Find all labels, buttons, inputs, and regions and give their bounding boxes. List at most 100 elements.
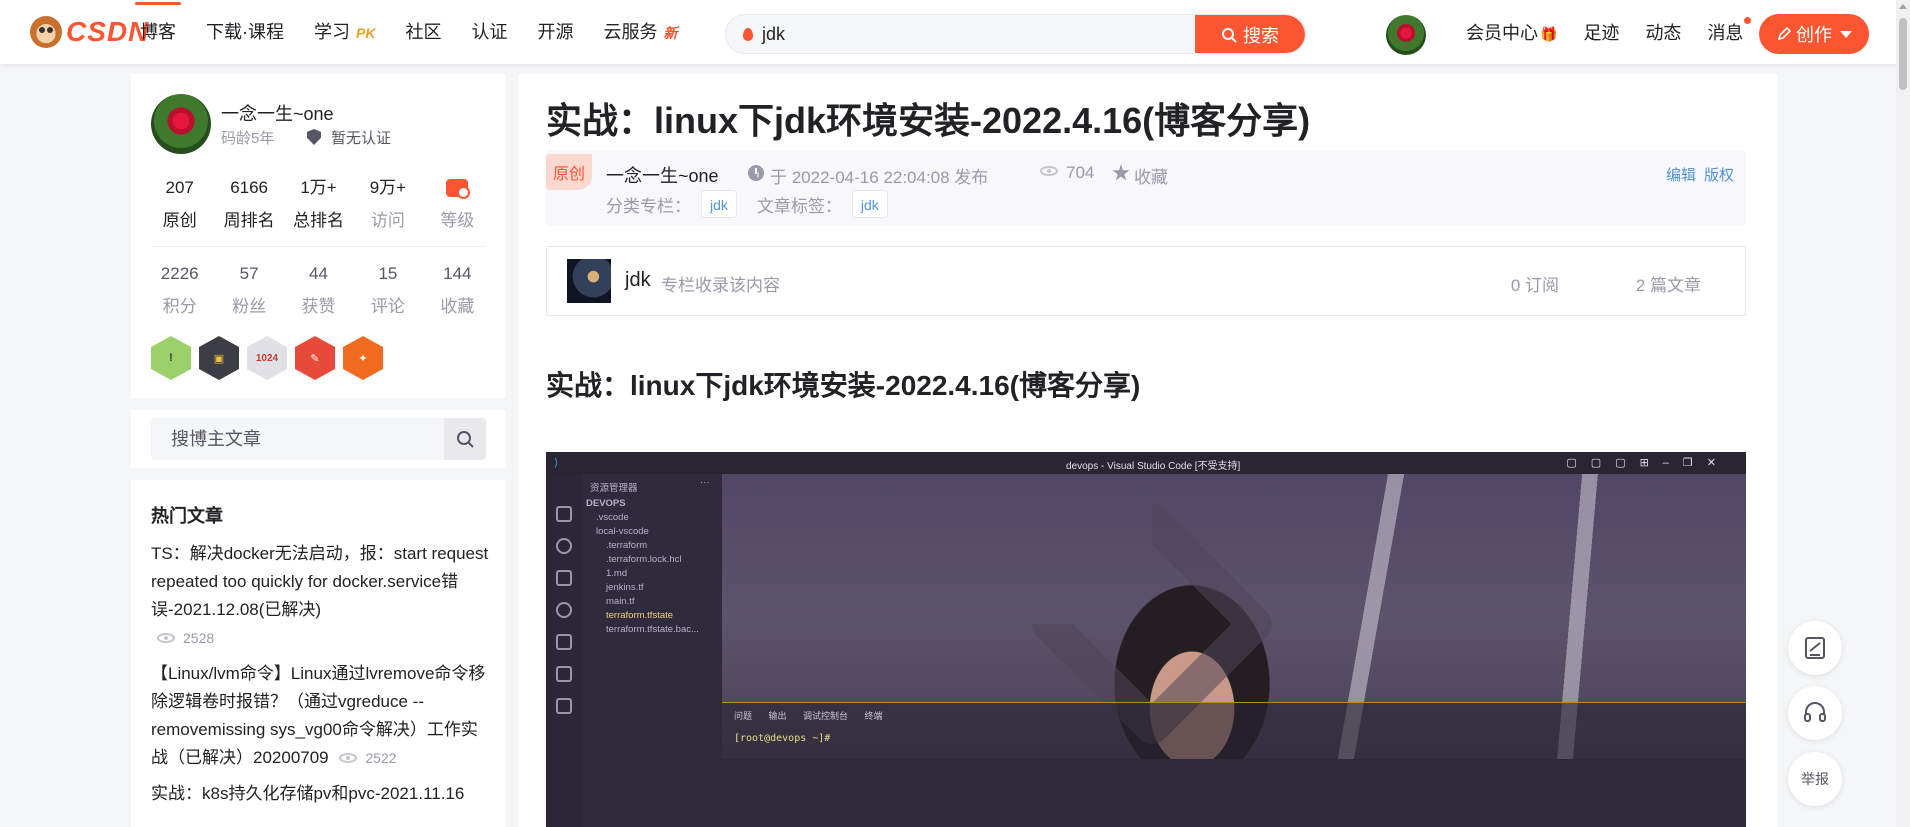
hot-article-item[interactable]: 【Linux/lvm命令】Linux通过lvremove命令移除逻辑卷时报错？（…: [151, 660, 491, 772]
tree-item: local-vscode: [596, 526, 649, 537]
stat-week-rank[interactable]: 6166 周排名: [214, 176, 283, 231]
hot-article-title: TS：解决docker无法启动，报：start request repeated…: [151, 544, 489, 619]
hot-article-item[interactable]: 实战：k8s持久化存储pv和pvc-2021.11.16: [151, 780, 491, 808]
divider: [151, 246, 486, 247]
view-count: 2528: [183, 630, 215, 646]
author-avatar[interactable]: [151, 94, 211, 154]
blogger-search: 搜博主文章: [151, 418, 486, 460]
search-input[interactable]: jdk: [726, 15, 1195, 53]
1024-badge-icon[interactable]: 1024: [247, 336, 287, 380]
stat-label: 收藏: [440, 297, 475, 316]
column-name[interactable]: jdk: [625, 269, 651, 292]
star-icon[interactable]: [1112, 164, 1130, 181]
edit-link[interactable]: 编辑: [1666, 167, 1696, 184]
eye-icon: [157, 633, 175, 643]
vscode-logo-icon: ⟩: [554, 457, 559, 469]
view-count: 704: [1066, 163, 1095, 182]
achievement-badges: ! ▣ 1024 ✎ ✦: [151, 336, 391, 380]
create-button[interactable]: 创作: [1759, 14, 1869, 54]
write-article-button[interactable]: [1788, 621, 1842, 675]
tag-chip[interactable]: jdk: [851, 190, 888, 218]
user-avatar[interactable]: [1386, 15, 1426, 55]
hot-article-item[interactable]: TS：解决docker无法启动，报：start request repeated…: [151, 540, 491, 652]
stat-label: 周排名: [223, 211, 275, 230]
nav-item-blog[interactable]: 博客: [135, 0, 181, 64]
blogger-search-button[interactable]: [444, 418, 486, 460]
run-debug-icon: [556, 570, 572, 586]
nav-item-opensource[interactable]: 开源: [537, 0, 573, 64]
search-query: jdk: [762, 23, 786, 44]
category-chip[interactable]: jdk: [701, 190, 737, 218]
stat-visits: 9万+ 访问: [353, 176, 422, 231]
terminal-prompt: [root@devops ~]#: [734, 733, 831, 744]
page-scrollbar[interactable]: [1896, 0, 1910, 827]
scroll-up-icon[interactable]: [1899, 4, 1907, 9]
hot-article-views: 2522: [339, 744, 397, 772]
meta-author[interactable]: 一念一生~one: [606, 162, 719, 188]
blog-badge-icon[interactable]: ▣: [199, 336, 239, 380]
scrollbar-thumb[interactable]: [1899, 18, 1907, 90]
view-count: 2522: [365, 750, 397, 766]
publish-time: 于 2022-04-16 22:04:08 发布: [770, 168, 989, 187]
column-subscriptions: 0 订阅: [1510, 276, 1559, 295]
extensions-icon: [556, 634, 572, 650]
dynamics-link[interactable]: 动态: [1645, 19, 1681, 45]
more-icon: ···: [700, 477, 710, 488]
column-desc: 专栏收录该内容: [661, 276, 780, 295]
stat-label: 访问: [370, 211, 405, 230]
stats-row-primary: 207 原创 6166 周排名 1万+ 总排名 9万+ 访问 等级: [145, 176, 492, 231]
check-in-badge-icon[interactable]: !: [151, 336, 191, 380]
stat-value: 144: [443, 264, 472, 283]
eye-icon: [1040, 166, 1058, 176]
hot-articles-title: 热门文章: [151, 506, 223, 526]
nav-item-download[interactable]: 下载·课程: [206, 0, 284, 64]
tree-item: terraform.tfstate: [606, 610, 674, 621]
messages-link[interactable]: 消息: [1707, 17, 1752, 45]
nav-item-community[interactable]: 社区: [405, 0, 441, 64]
stat-level[interactable]: 等级: [423, 176, 492, 231]
stat-likes: 44 获赞: [284, 262, 353, 317]
hot-article-title: 实战：k8s持久化存储pv和pvc-2021.11.16: [151, 784, 465, 803]
column-box[interactable]: jdk 专栏收录该内容 0 订阅 2 篇文章: [546, 246, 1746, 316]
member-center-link[interactable]: 会员中心 🎁: [1466, 19, 1557, 45]
shield-icon: [307, 129, 321, 145]
customer-service-button[interactable]: [1788, 686, 1842, 740]
hot-article-title: 【Linux/lvm命令】Linux通过lvremove命令移除逻辑卷时报错？（…: [151, 664, 486, 767]
stat-fans[interactable]: 57 粉丝: [214, 262, 283, 317]
author-name[interactable]: 一念一生~one: [221, 100, 334, 126]
report-button[interactable]: 举报: [1788, 752, 1842, 806]
tree-item: jenkins.tf: [606, 582, 644, 593]
category-label: 分类专栏：: [606, 196, 691, 216]
nav-item-learn[interactable]: 学习 PK: [314, 0, 375, 64]
unread-dot: [1744, 17, 1752, 24]
search-button[interactable]: 搜索: [1195, 15, 1305, 53]
top-search: jdk 搜索: [725, 14, 1306, 54]
footprint-link[interactable]: 足迹: [1583, 19, 1619, 45]
csdn-logo[interactable]: CSDN: [30, 16, 149, 48]
stat-label: 总排名: [293, 211, 345, 230]
level-icon: [446, 179, 471, 199]
stat-total-rank[interactable]: 1万+ 总排名: [284, 176, 353, 231]
eye-icon: [339, 753, 358, 763]
top-nav: CSDN 博客 下载·课程 学习 PK 社区 认证 开源 云服务新 jdk 搜索 …: [0, 0, 1910, 64]
stat-favorites: 144 收藏: [423, 262, 492, 317]
favorite-button[interactable]: 收藏: [1134, 163, 1168, 188]
stat-value: 57: [239, 264, 259, 283]
gift-badge-icon[interactable]: ✦: [343, 336, 383, 380]
hot-articles-card: 热门文章 TS：解决docker无法启动，报：start request rep…: [131, 480, 506, 827]
category-row: 分类专栏： jdk 文章标签： jdk: [606, 190, 908, 218]
search-button-label: 搜索: [1243, 26, 1279, 46]
user-links: 会员中心 🎁 足迹 动态 消息: [1466, 0, 1769, 64]
nav-item-cloud[interactable]: 云服务新: [603, 0, 677, 64]
terminal-tabs: 问题 输出 调试控制台 终端: [734, 711, 883, 721]
pen-badge-icon[interactable]: ✎: [295, 336, 335, 380]
stat-value: 207: [165, 178, 194, 197]
blogger-search-card: 搜博主文章: [131, 410, 506, 468]
blogger-search-input[interactable]: 搜博主文章: [151, 418, 444, 460]
article-heading: 实战：linux下jdk环境安装-2022.4.16(博客分享): [546, 370, 1141, 401]
nav-item-cert[interactable]: 认证: [471, 0, 507, 64]
tree-item: 1.md: [606, 568, 628, 579]
stat-original[interactable]: 207 原创: [145, 176, 214, 231]
copyright-link[interactable]: 版权: [1704, 167, 1734, 184]
vscode-screenshot-image: ⟩ devops - Visual Studio Code [不受支持] ▢▢▢…: [546, 452, 1746, 827]
